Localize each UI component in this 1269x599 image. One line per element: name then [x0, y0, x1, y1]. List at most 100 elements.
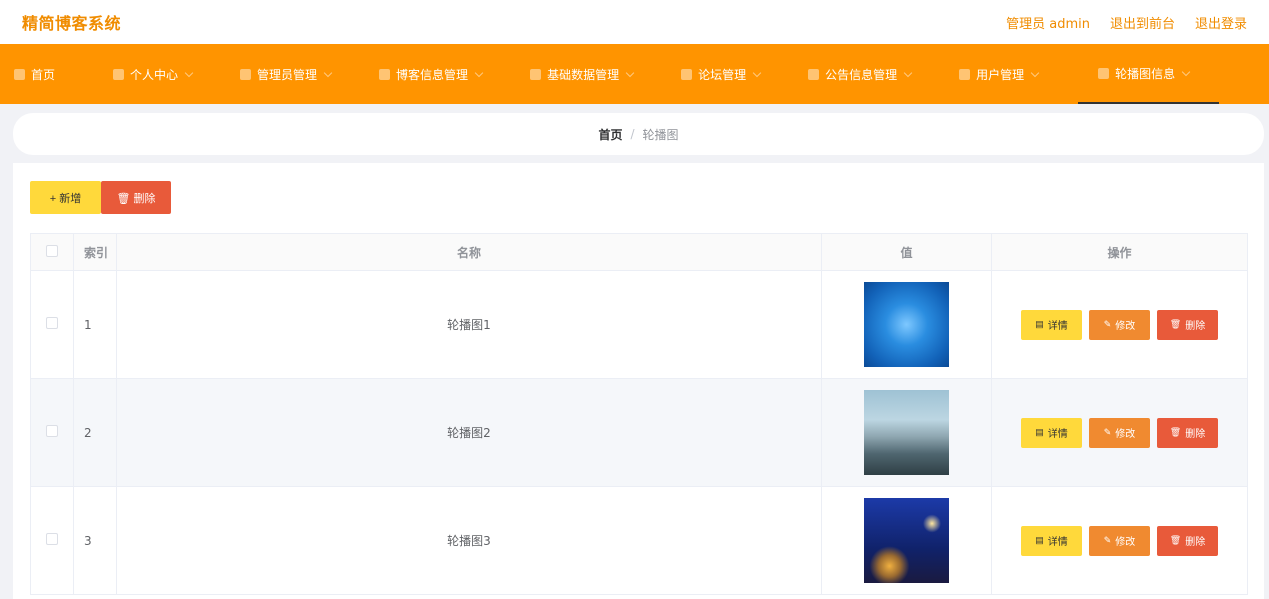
- edit-button[interactable]: ✎ 修改: [1089, 525, 1150, 556]
- pencil-icon: ✎: [1103, 427, 1112, 437]
- chevron-down-icon: [625, 68, 635, 77]
- chevron-down-icon: [1181, 67, 1191, 76]
- nav-item-personal-center[interactable]: 个人中心: [113, 44, 210, 104]
- pencil-icon: ✎: [1103, 319, 1112, 329]
- carousel-image-thumbnail: [864, 498, 949, 583]
- row-actions: ▤ 详情 ✎ 修改 🗑 删除: [991, 270, 1248, 379]
- row-actions: ▤ 详情 ✎ 修改 🗑 删除: [991, 486, 1248, 595]
- nav-item-admin-management[interactable]: 管理员管理: [240, 44, 349, 104]
- row-actions: ▤ 详情 ✎ 修改 🗑 删除: [991, 378, 1248, 487]
- grid-icon: [379, 68, 391, 80]
- logout-link[interactable]: 退出登录: [1195, 13, 1247, 32]
- table-row: 2 轮播图2 ▤ 详情 ✎ 修改 🗑 删除: [30, 378, 1248, 487]
- edit-label: 修改: [1115, 429, 1136, 440]
- chevron-down-icon: [752, 68, 762, 77]
- chevron-down-icon: [1030, 68, 1040, 77]
- row-name: 轮播图1: [116, 270, 822, 379]
- nav-item-home[interactable]: 首页: [14, 44, 73, 104]
- nav-item-label: 用户管理: [976, 67, 1025, 82]
- trash-icon: 🗑: [1169, 427, 1182, 437]
- table-row: 1 轮播图1 ▤ 详情 ✎ 修改 🗑 删除: [30, 270, 1248, 379]
- detail-label: 详情: [1047, 429, 1068, 440]
- top-header: 精简博客系统 管理员 admin 退出到前台 退出登录: [0, 0, 1269, 44]
- edit-icon: [1098, 67, 1110, 79]
- row-index: 2: [73, 378, 117, 487]
- edit-button[interactable]: ✎ 修改: [1089, 417, 1150, 448]
- edit-button[interactable]: ✎ 修改: [1089, 309, 1150, 340]
- nav-item-label: 基础数据管理: [547, 67, 620, 82]
- table-row: 3 轮播图3 ▤ 详情 ✎ 修改 🗑 删除: [30, 486, 1248, 595]
- folder-icon: [530, 68, 542, 80]
- detail-button[interactable]: ▤ 详情: [1021, 525, 1082, 556]
- admin-user-link[interactable]: 管理员 admin: [1006, 13, 1090, 32]
- document-icon: ▤: [1035, 427, 1044, 437]
- col-actions: 操作: [991, 233, 1248, 271]
- nav-item-base-data-management[interactable]: 基础数据管理: [530, 44, 651, 104]
- nav-item-label: 博客信息管理: [396, 67, 469, 82]
- breadcrumb-current: 轮播图: [642, 127, 679, 142]
- row-index: 3: [73, 486, 117, 595]
- batch-delete-button[interactable]: 🗑 删除: [101, 181, 171, 214]
- row-checkbox[interactable]: [46, 317, 58, 329]
- select-all-cell: [30, 233, 74, 271]
- document-icon: ▤: [1035, 319, 1044, 329]
- nav-item-blog-management[interactable]: 博客信息管理: [379, 44, 500, 104]
- breadcrumb-separator: /: [630, 127, 635, 141]
- table-header-row: 索引 名称 值 操作: [30, 233, 1248, 271]
- brand-title: 精简博客系统: [22, 14, 122, 33]
- list-icon: [808, 68, 820, 80]
- row-image-cell: [821, 270, 992, 379]
- trash-icon: 🗑: [1169, 319, 1182, 329]
- main-nav: 首页 个人中心 管理员管理 博客信息管理 基础数据管理 论坛管理 公告信息管理 …: [0, 44, 1269, 104]
- plane-icon: [681, 68, 693, 80]
- delete-label: 删除: [1185, 429, 1206, 440]
- document-icon: ▤: [1035, 535, 1044, 545]
- edit-label: 修改: [1115, 321, 1136, 332]
- user-icon: [113, 68, 125, 80]
- row-checkbox[interactable]: [46, 533, 58, 545]
- nav-item-forum-management[interactable]: 论坛管理: [681, 44, 778, 104]
- delete-label: 删除: [1185, 321, 1206, 332]
- chat-icon: [240, 68, 252, 80]
- chevron-down-icon: [903, 68, 913, 77]
- pencil-icon: ✎: [1103, 535, 1112, 545]
- row-checkbox[interactable]: [46, 425, 58, 437]
- breadcrumb-home[interactable]: 首页: [598, 126, 622, 143]
- chevron-down-icon: [474, 68, 484, 77]
- delete-button[interactable]: 🗑 删除: [1157, 525, 1218, 556]
- carousel-image-thumbnail: [864, 282, 949, 367]
- row-select-cell: [30, 270, 74, 379]
- delete-button[interactable]: 🗑 删除: [1157, 309, 1218, 340]
- row-select-cell: [30, 378, 74, 487]
- mail-icon: [959, 68, 971, 80]
- detail-label: 详情: [1047, 321, 1068, 332]
- home-icon: [14, 68, 25, 80]
- nav-item-carousel-info[interactable]: 轮播图信息: [1078, 44, 1220, 104]
- edit-label: 修改: [1115, 537, 1136, 548]
- exit-to-front-link[interactable]: 退出到前台: [1110, 13, 1175, 32]
- delete-label: 删除: [1185, 537, 1206, 548]
- detail-button[interactable]: ▤ 详情: [1021, 417, 1082, 448]
- chevron-down-icon: [323, 68, 333, 77]
- nav-item-label: 公告信息管理: [825, 67, 898, 82]
- breadcrumb: 首页 / 轮播图: [13, 113, 1264, 155]
- trash-icon: 🗑: [1169, 535, 1182, 545]
- nav-item-label: 首页: [31, 67, 56, 82]
- nav-item-label: 论坛管理: [698, 67, 747, 82]
- row-image-cell: [821, 486, 992, 595]
- select-all-checkbox[interactable]: [46, 244, 58, 257]
- detail-button[interactable]: ▤ 详情: [1021, 309, 1082, 340]
- row-name: 轮播图2: [116, 378, 822, 487]
- nav-item-notice-management[interactable]: 公告信息管理: [808, 44, 929, 104]
- add-button[interactable]: + 新增: [30, 181, 101, 214]
- chevron-down-icon: [184, 68, 194, 77]
- row-index: 1: [73, 270, 117, 379]
- row-select-cell: [30, 486, 74, 595]
- carousel-image-thumbnail: [864, 390, 949, 475]
- content-panel: + 新增 🗑 删除 索引 名称 值 操作 1 轮播图1 ▤ 详情 ✎ 修改 🗑 …: [13, 163, 1264, 599]
- col-index: 索引: [73, 233, 117, 271]
- detail-label: 详情: [1047, 537, 1068, 548]
- nav-item-label: 个人中心: [130, 67, 179, 82]
- nav-item-user-management[interactable]: 用户管理: [959, 44, 1056, 104]
- delete-button[interactable]: 🗑 删除: [1157, 417, 1218, 448]
